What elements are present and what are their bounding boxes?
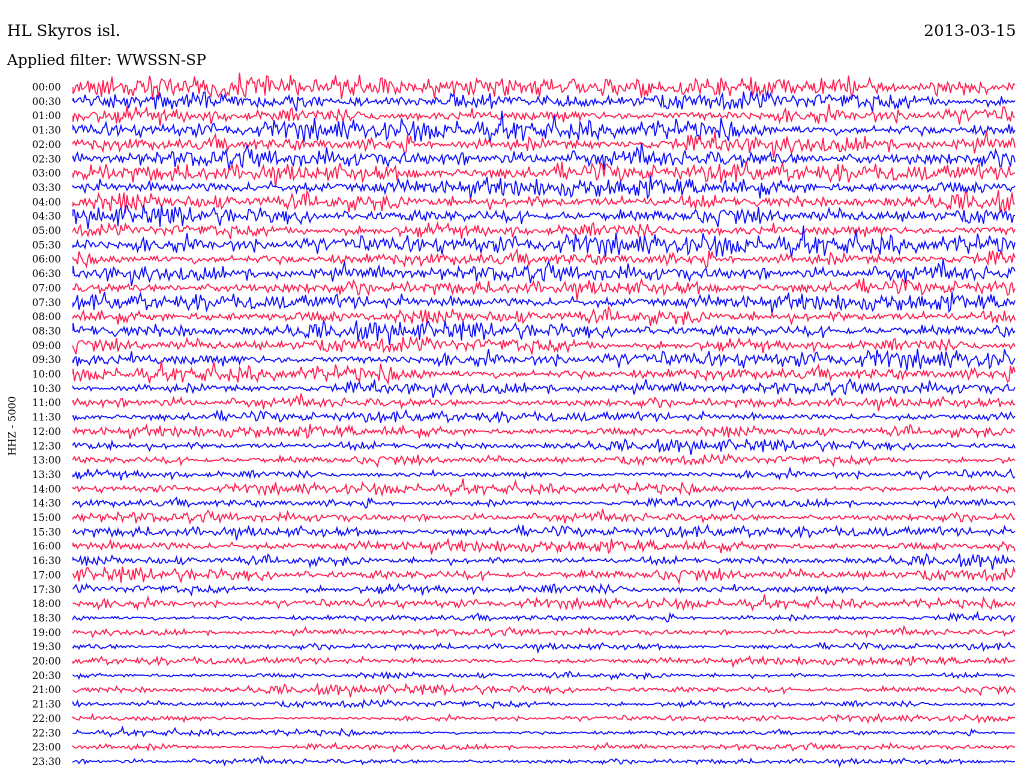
trace-line xyxy=(72,247,1016,269)
row-time-label: 13:00 xyxy=(32,456,61,467)
row-time-label: 07:00 xyxy=(32,283,61,294)
row-time-label: 06:30 xyxy=(32,269,61,280)
trace-line xyxy=(72,408,1016,424)
row-time-label: 18:00 xyxy=(32,599,61,610)
row-time-label: 21:00 xyxy=(32,685,61,696)
trace-line xyxy=(72,523,1016,541)
trace-line xyxy=(72,142,1016,171)
row-time-label: 15:30 xyxy=(32,527,61,538)
row-time-label: 16:30 xyxy=(32,556,61,567)
row-time-label: 23:00 xyxy=(32,743,61,754)
row-time-label: 22:00 xyxy=(32,714,61,725)
row-time-label: 02:30 xyxy=(32,154,61,165)
row-time-label: 09:00 xyxy=(32,341,61,352)
trace-line xyxy=(72,725,1016,738)
trace-line xyxy=(72,423,1016,440)
trace-line xyxy=(72,741,1016,753)
trace-line xyxy=(72,175,1016,201)
row-time-label: 10:00 xyxy=(32,370,61,381)
trace-line xyxy=(72,466,1016,481)
row-time-label: 03:30 xyxy=(32,183,61,194)
row-time-label: 22:30 xyxy=(32,728,61,739)
row-time-label: 16:00 xyxy=(32,542,61,553)
row-time-label: 14:30 xyxy=(32,499,61,510)
row-time-label: 11:30 xyxy=(32,413,61,424)
row-time-label: 04:30 xyxy=(32,212,61,223)
row-time-label: 04:00 xyxy=(32,197,61,208)
trace-line xyxy=(72,259,1016,287)
trace-line xyxy=(72,336,1016,355)
trace-line xyxy=(72,220,1016,240)
row-label-group: 00:00 00:30 01:00 01:30 02:00 02:30 03:00 03:30… xyxy=(32,83,61,768)
trace-line xyxy=(72,670,1016,681)
row-time-label: 01:00 xyxy=(32,111,61,122)
row-time-label: 07:30 xyxy=(32,298,61,309)
row-time-label: 00:30 xyxy=(32,97,61,108)
row-time-label: 12:00 xyxy=(32,427,61,438)
filter-label: Applied filter: WWSSN-SP xyxy=(7,51,207,69)
row-time-label: 10:30 xyxy=(32,384,61,395)
trace-line xyxy=(72,537,1016,555)
row-time-label: 02:00 xyxy=(32,140,61,151)
row-time-label: 08:00 xyxy=(32,312,61,323)
row-time-label: 15:00 xyxy=(32,513,61,524)
trace-group xyxy=(72,72,1016,768)
trace-line xyxy=(72,698,1016,710)
trace-line xyxy=(72,377,1016,398)
trace-line xyxy=(72,452,1016,468)
row-time-label: 20:00 xyxy=(32,657,61,668)
trace-line xyxy=(72,654,1016,669)
row-time-label: 21:30 xyxy=(32,700,61,711)
row-time-label: 19:00 xyxy=(32,628,61,639)
trace-line xyxy=(72,495,1016,512)
trace-line xyxy=(72,225,1016,258)
trace-line xyxy=(72,552,1016,570)
row-time-label: 05:00 xyxy=(32,226,61,237)
channel-axis-label: HHZ - 5000 xyxy=(7,396,19,456)
trace-line xyxy=(72,359,1016,386)
trace-line xyxy=(72,594,1016,612)
row-time-label: 18:30 xyxy=(32,613,61,624)
row-time-label: 13:30 xyxy=(32,470,61,481)
row-time-label: 05:30 xyxy=(32,240,61,251)
row-time-label: 06:00 xyxy=(32,255,61,266)
trace-line xyxy=(72,204,1016,230)
trace-line xyxy=(72,712,1016,724)
row-time-label: 09:30 xyxy=(32,355,61,366)
row-time-label: 08:30 xyxy=(32,326,61,337)
row-time-label: 14:00 xyxy=(32,484,61,495)
trace-line xyxy=(72,754,1015,768)
trace-line xyxy=(72,91,1016,113)
trace-line xyxy=(72,565,1016,585)
trace-line xyxy=(72,610,1016,624)
row-time-label: 19:30 xyxy=(32,642,61,653)
row-time-label: 01:30 xyxy=(32,126,61,137)
trace-line xyxy=(72,438,1016,455)
trace-line xyxy=(72,508,1016,525)
row-time-label: 03:00 xyxy=(32,169,61,180)
row-time-label: 17:30 xyxy=(32,585,61,596)
trace-line xyxy=(72,393,1016,412)
row-time-label: 20:30 xyxy=(32,671,61,682)
trace-line xyxy=(72,582,1016,597)
trace-line xyxy=(72,478,1016,498)
trace-line xyxy=(72,641,1016,654)
trace-line xyxy=(72,682,1016,698)
row-time-label: 00:00 xyxy=(32,83,61,94)
row-time-label: 12:30 xyxy=(32,441,61,452)
row-time-label: 23:30 xyxy=(32,757,61,768)
trace-line xyxy=(72,72,1016,100)
trace-line xyxy=(72,624,1016,639)
row-time-label: 17:00 xyxy=(32,570,61,581)
helicorder-plot: 00:00 00:30 01:00 01:30 02:00 02:30 03:00 03:30… xyxy=(32,72,1016,768)
trace-line xyxy=(72,319,1016,346)
trace-line xyxy=(72,291,1016,314)
row-time-label: 11:00 xyxy=(32,398,61,409)
